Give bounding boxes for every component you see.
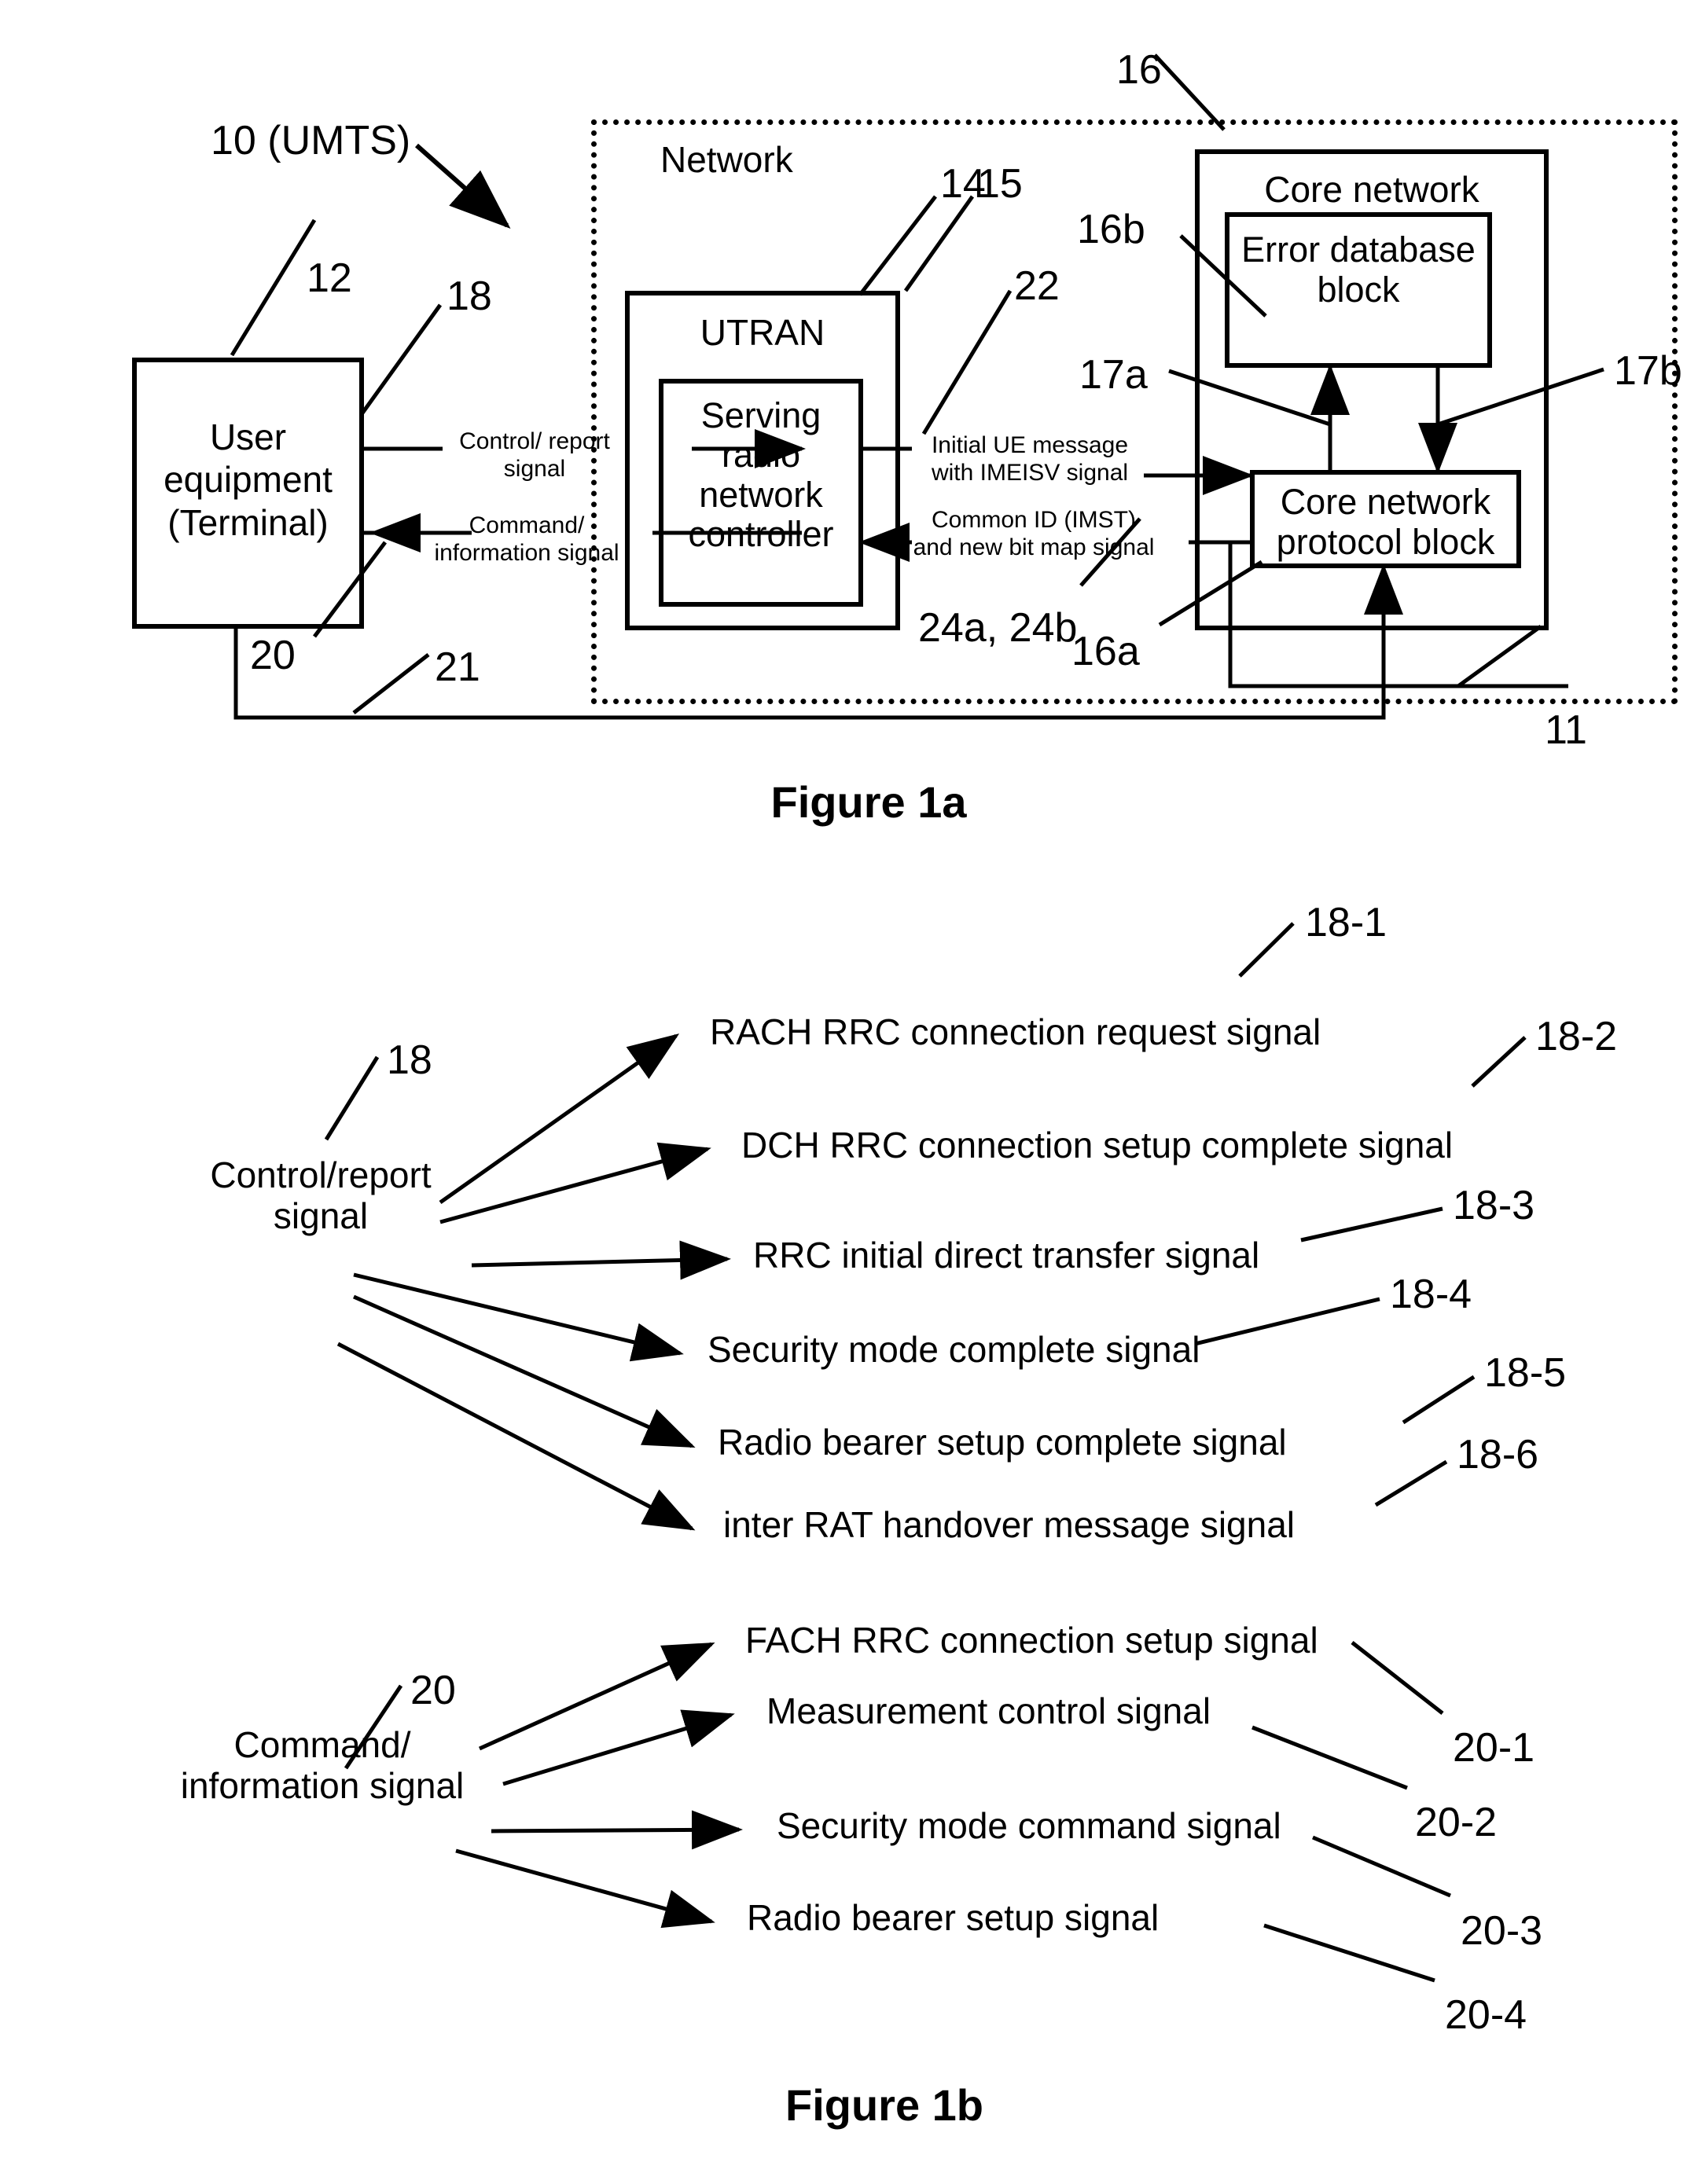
error-database-label: Error database block [1241,229,1476,310]
fig1b-command-information-source: Command/ information signal [180,1724,465,1806]
arrow-20-2 [502,1709,735,1786]
arrow-20-4 [455,1848,715,1929]
arrow-18-6 [336,1342,696,1531]
fig1b-ref-18-5: 18-5 [1484,1350,1567,1396]
fig1b-ref-18-4: 18-4 [1390,1272,1472,1317]
network-label: Network [660,139,793,180]
command-information-signal-label: Command/ information signal [434,512,619,566]
arrow-18-2 [439,1142,711,1224]
fig1b-ref-20-1: 20-1 [1453,1725,1535,1771]
leader-20-1 [1351,1641,1444,1715]
fig1b-item-18-2: DCH RRC connection setup complete signal [741,1125,1454,1165]
user-equipment-block: User equipment (Terminal) [132,358,364,629]
ref-16a: 16a [1071,629,1140,674]
arrow-18-1 [439,1033,680,1205]
leader-20-4 [1263,1923,1435,1983]
fig1b-item-20-2: Measurement control signal [766,1690,1211,1731]
fig1b-ref-20-3: 20-3 [1461,1908,1543,1954]
leader-18-fig1b [324,1055,380,1141]
leader-12 [230,218,317,357]
leader-10 [415,143,511,229]
arrow-20-3 [491,1810,743,1850]
leader-20-3 [1312,1835,1451,1898]
ref-18-fig1a: 18 [447,273,492,319]
control-report-signal-label: Control/ report signal [459,428,610,482]
fig1b-ref-20: 20 [410,1668,456,1713]
common-id-signal-label: Common ID (IMST) and new bit map signal [913,507,1155,560]
leader-18-2 [1471,1036,1527,1088]
fig1b-ref-18-6: 18-6 [1457,1432,1539,1477]
initial-ue-message-label: Initial UE message with IMEISV signal [931,432,1129,486]
ref-20-fig1a: 20 [250,633,296,678]
fig1b-ref-18-2: 18-2 [1535,1014,1618,1059]
leader-18 [359,303,443,416]
fig1b-item-18-3: RRC initial direct transfer signal [753,1235,1260,1276]
ref-11: 11 [1545,707,1587,753]
core-network-protocol-block: Core network protocol block [1250,470,1521,568]
arrow-18-4 [353,1272,684,1362]
srnc-label: Serving radio network controller [688,395,834,555]
ref-15: 15 [977,161,1023,207]
ref-22: 22 [1014,263,1060,309]
ref-12: 12 [307,255,352,301]
ref-16: 16 [1116,47,1162,93]
patent-figure-sheet: Network 10 (UMTS) User equipment (Termin… [0,0,1687,2184]
arrow-18-3 [471,1240,731,1280]
fig1b-ref-20-2: 20-2 [1415,1800,1498,1845]
utran-label: UTRAN [700,312,825,353]
leader-16 [1153,53,1226,131]
ref-16b: 16b [1077,207,1145,252]
fig1b-item-20-4: Radio bearer setup signal [747,1897,1160,1938]
fig1b-control-report-source: Control/report signal [210,1154,432,1236]
leader-18-1 [1238,922,1295,978]
leader-18-6 [1374,1459,1448,1507]
fig1b-ref-18-1: 18-1 [1305,900,1387,945]
figure-1b-caption: Figure 1b [785,2080,984,2130]
core-network-label: Core network [1264,169,1479,210]
ref-17b: 17b [1614,348,1682,394]
ref-17a: 17a [1079,352,1148,398]
ref-21: 21 [435,644,480,690]
ref-24a-24b: 24a, 24b [918,605,1078,651]
leader-18-3 [1300,1206,1443,1242]
leader-18-4 [1194,1297,1380,1346]
leader-20-2 [1251,1725,1408,1790]
arrow-18-5 [352,1294,696,1448]
serving-radio-network-controller-block: Serving radio network controller [659,379,863,607]
fig1b-ref-18-3: 18-3 [1453,1183,1535,1228]
figure-1a-caption: Figure 1a [770,777,967,827]
fig1b-item-20-3: Security mode command signal [777,1805,1281,1846]
fig1b-item-18-1: RACH RRC connection request signal [710,1011,1321,1052]
fig1b-item-20-1: FACH RRC connection setup signal [745,1620,1318,1661]
fig1b-ref-18: 18 [387,1037,432,1083]
leader-18-5 [1402,1375,1476,1425]
user-equipment-label: User equipment (Terminal) [164,417,333,543]
ref-10-umts: 10 (UMTS) [211,118,411,163]
fig1b-item-18-5: Radio bearer setup complete signal [718,1422,1287,1463]
leader-21 [352,653,430,714]
error-database-block: Error database block [1225,212,1492,368]
core-protocol-label: Core network protocol block [1276,482,1495,563]
fig1b-item-18-4: Security mode complete signal [708,1329,1200,1370]
fig1b-item-18-6: inter RAT handover message signal [723,1504,1296,1545]
fig1b-ref-20-4: 20-4 [1445,1992,1527,2038]
